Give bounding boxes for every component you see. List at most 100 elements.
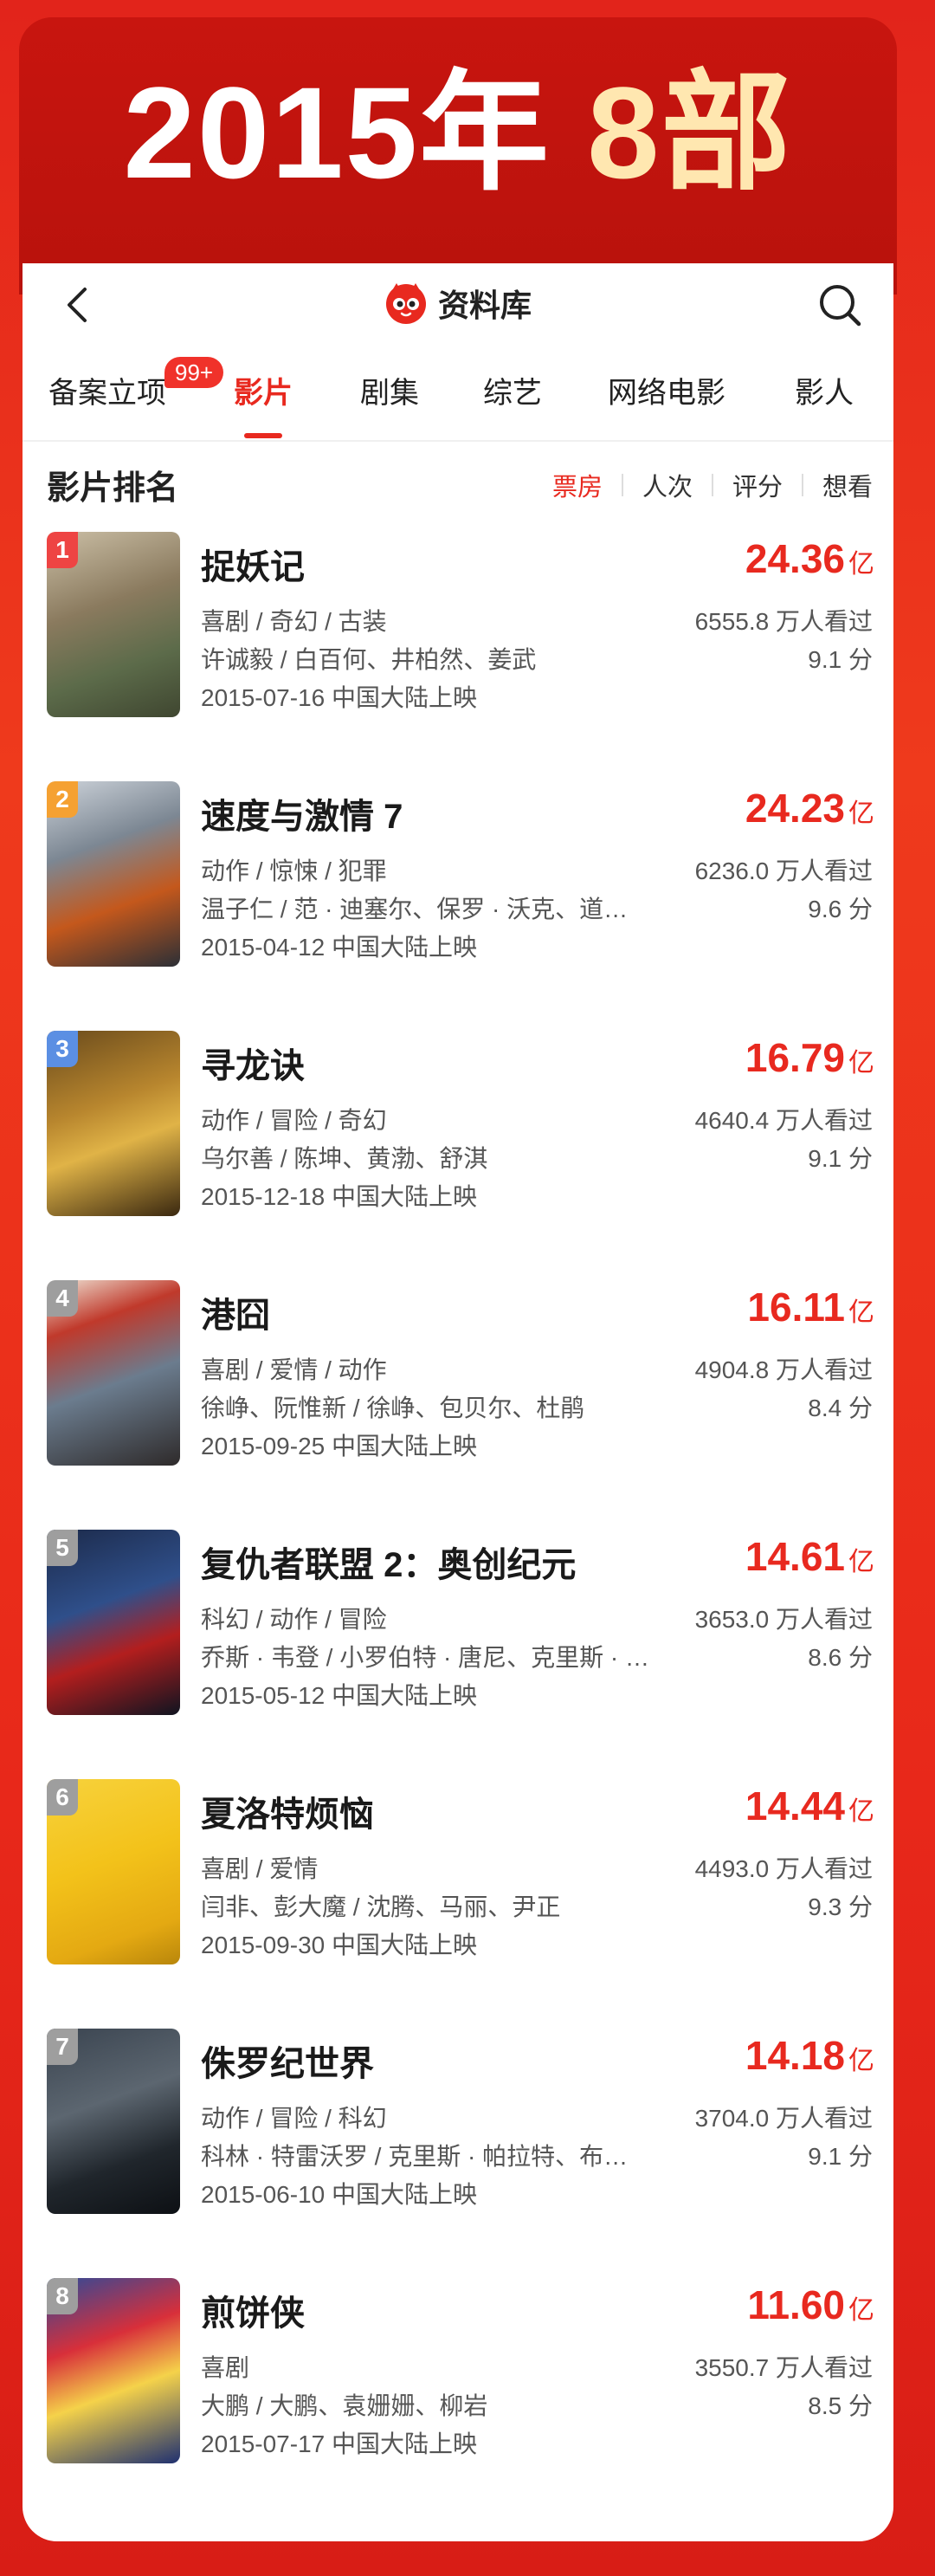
tab-web-films[interactable]: 网络电影 — [608, 367, 725, 419]
rank-badge: 3 — [47, 1031, 78, 1067]
box-office-unit: 亿 — [848, 2047, 874, 2075]
movie-genres: 喜剧 / 爱情 — [201, 1855, 319, 1882]
movie-poster: 8 — [47, 2278, 180, 2463]
sort-want-to-see[interactable]: 想看 — [822, 467, 873, 503]
rank-badge: 6 — [47, 1779, 78, 1815]
movie-genres: 喜剧 / 奇幻 / 古装 — [201, 608, 387, 635]
movie-title: 复仇者联盟 2：奥创纪元 — [201, 1546, 577, 1584]
audience-count: 4640.4 万人看过 — [694, 1107, 873, 1134]
movie-row[interactable]: 8 煎饼侠 11.60 亿喜剧 大鹏 / 大鹏、袁姗姗、柳岩 2015-07-17 中国大… — [23, 2275, 893, 2476]
movie-title: 夏洛特烦恼 — [201, 1796, 374, 1834]
box-office-unit: 亿 — [848, 799, 874, 828]
movie-people: 闫非、彭大魔 / 沈腾、马丽、尹正 — [201, 1893, 561, 1920]
movie-title: 港囧 — [201, 1297, 270, 1335]
audience-count: 3704.0 万人看过 — [694, 2105, 873, 2132]
movie-row[interactable]: 2 速度与激情 7 24.23 亿动作 / 惊悚 / 犯罪 温子仁 / 范 · 迪塞尔、… — [23, 778, 893, 979]
release-date: 2015-05-12 中国大陆上映 — [201, 1682, 478, 1709]
movie-title: 捉妖记 — [201, 548, 305, 586]
rank-badge: 5 — [47, 1530, 78, 1566]
release-date: 2015-07-16 中国大陆上映 — [201, 684, 478, 711]
rank-badge: 2 — [47, 781, 78, 818]
movie-people: 大鹏 / 大鹏、袁姗姗、柳岩 — [201, 2392, 488, 2419]
sort-options: 票房 人次 评分 想看 — [552, 468, 873, 502]
cat-logo-icon — [385, 283, 426, 324]
rank-badge: 4 — [47, 1280, 78, 1317]
tab-people[interactable]: 影人 — [795, 367, 854, 419]
rank-badge: 8 — [47, 2278, 78, 2314]
tab-people-label: 影人 — [795, 377, 854, 410]
movie-poster: 3 — [47, 1031, 180, 1216]
movie-poster: 1 — [47, 532, 180, 717]
tab-variety-label: 综艺 — [483, 377, 542, 410]
movie-row[interactable]: 7 侏罗纪世界 14.18 亿动作 / 冒险 / 科幻 科林 · 特雷沃罗 / 克里斯 … — [23, 2025, 893, 2226]
movie-genres: 动作 / 冒险 / 奇幻 — [201, 1107, 387, 1134]
tab-variety[interactable]: 综艺 — [483, 367, 542, 419]
sort-box-office[interactable]: 票房 — [552, 467, 603, 503]
box-office: 14.61 亿 — [745, 1533, 874, 1580]
header-banner: 2015年 8部 — [19, 17, 897, 294]
search-icon[interactable] — [816, 281, 864, 329]
active-tab-indicator — [244, 433, 282, 438]
movie-poster: 7 — [47, 2029, 180, 2214]
box-office: 11.60 亿 — [747, 2282, 874, 2328]
audience-count: 6555.8 万人看过 — [694, 608, 873, 635]
box-office: 14.18 亿 — [745, 2032, 874, 2079]
box-office-unit: 亿 — [848, 1049, 874, 1078]
movie-row[interactable]: 5 复仇者联盟 2：奥创纪元 14.61 亿科幻 / 动作 / 冒险乔斯 · 韦登 /… — [23, 1526, 893, 1727]
tab-badge: 99+ — [164, 357, 224, 388]
movie-score: 8.4 分 — [808, 1395, 873, 1421]
banner-title: 2015年 8部 — [19, 68, 897, 197]
movie-score: 9.6 分 — [808, 896, 873, 922]
category-tabs: 备案立项 99+ 影片 剧集 综艺 网络电影 影人 — [23, 357, 893, 443]
movie-score: 9.1 分 — [808, 646, 873, 673]
movie-poster: 4 — [47, 1280, 180, 1466]
top-bar: 资料库 — [23, 263, 893, 346]
tab-filing[interactable]: 备案立项 99+ — [48, 357, 224, 419]
movie-people: 温子仁 / 范 · 迪塞尔、保罗 · 沃克、道… — [201, 896, 629, 922]
box-office: 16.79 亿 — [745, 1034, 874, 1081]
movie-row[interactable]: 3 寻龙诀 16.79 亿动作 / 冒险 / 奇幻 乌尔善 / 陈坤、黄渤、舒淇 2015… — [23, 1027, 893, 1228]
banner-year: 2015年 — [123, 60, 551, 205]
box-office-unit: 亿 — [848, 550, 874, 579]
movie-row[interactable]: 1 捉妖记 24.36 亿喜剧 / 奇幻 / 古装 许诚毅 / 白百何、井柏然、姜武 20… — [23, 528, 893, 729]
release-date: 2015-06-10 中国大陆上映 — [201, 2181, 478, 2208]
movie-people: 许诚毅 / 白百何、井柏然、姜武 — [201, 646, 537, 673]
movie-row[interactable]: 4 港囧 16.11 亿喜剧 / 爱情 / 动作 徐峥、阮惟新 / 徐峥、包贝尔、杜鹃 2… — [23, 1277, 893, 1478]
movie-poster: 6 — [47, 1779, 180, 1964]
brand-title: 资料库 — [437, 288, 532, 323]
brand: 资料库 — [23, 281, 893, 329]
sort-separator — [621, 474, 623, 496]
release-date: 2015-09-30 中国大陆上映 — [201, 1932, 478, 1958]
box-office: 24.23 亿 — [745, 785, 874, 832]
banner-count: 8部 — [587, 60, 793, 205]
tab-series[interactable]: 剧集 — [360, 367, 419, 419]
box-office-unit: 亿 — [848, 1548, 874, 1576]
release-date: 2015-07-17 中国大陆上映 — [201, 2430, 478, 2457]
movie-score: 9.3 分 — [808, 1893, 873, 1920]
tab-films-label: 影片 — [234, 377, 293, 410]
library-card: 资料库 备案立项 99+ 影片 剧集 综艺 网络电影 影人 影片排名 票房 人次… — [23, 263, 893, 2541]
box-office-value: 14.18 — [745, 2033, 845, 2078]
movie-score: 8.5 分 — [808, 2392, 873, 2419]
movie-genres: 科幻 / 动作 / 冒险 — [201, 1606, 387, 1633]
sort-separator — [711, 474, 713, 496]
movie-title: 煎饼侠 — [201, 2294, 305, 2333]
audience-count: 4493.0 万人看过 — [694, 1855, 873, 1882]
movie-score: 8.6 分 — [808, 1644, 873, 1671]
divider — [23, 440, 893, 442]
movie-people: 科林 · 特雷沃罗 / 克里斯 · 帕拉特、布… — [201, 2143, 629, 2170]
box-office-unit: 亿 — [848, 1298, 874, 1327]
movie-poster: 5 — [47, 1530, 180, 1715]
sort-separator — [801, 474, 803, 496]
movie-row[interactable]: 6 夏洛特烦恼 14.44 亿喜剧 / 爱情 闫非、彭大魔 / 沈腾、马丽、尹正 2015… — [23, 1776, 893, 1977]
release-date: 2015-04-12 中国大陆上映 — [201, 934, 478, 961]
box-office-unit: 亿 — [848, 2296, 874, 2325]
movie-people: 乔斯 · 韦登 / 小罗伯特 · 唐尼、克里斯 · … — [201, 1644, 649, 1671]
rank-badge: 1 — [47, 532, 78, 568]
sort-admissions[interactable]: 人次 — [642, 467, 693, 503]
movie-genres: 动作 / 惊悚 / 犯罪 — [201, 858, 387, 884]
sort-rating[interactable]: 评分 — [732, 467, 783, 503]
tab-films[interactable]: 影片 — [234, 367, 293, 419]
movie-title: 侏罗纪世界 — [201, 2045, 374, 2083]
tab-series-label: 剧集 — [360, 377, 419, 410]
